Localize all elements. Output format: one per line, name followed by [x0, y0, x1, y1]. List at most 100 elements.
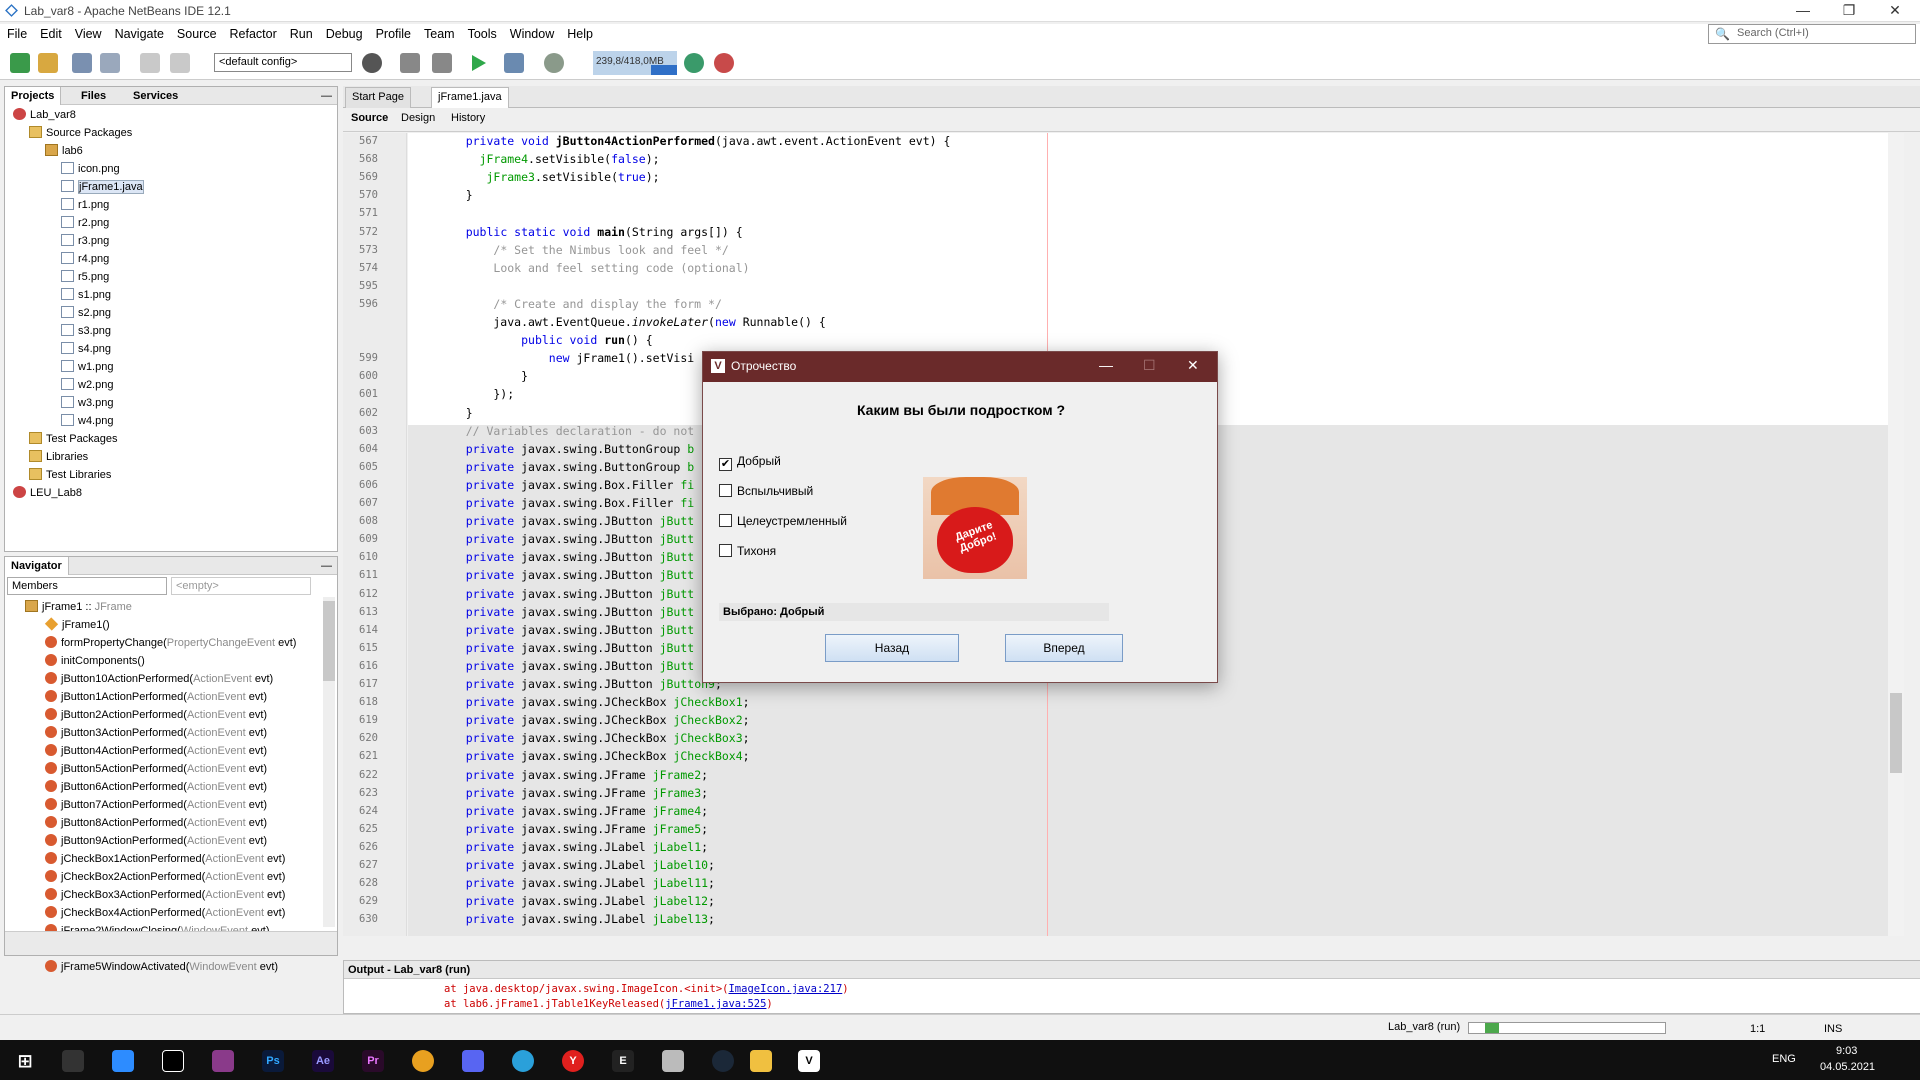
- tree-item[interactable]: Libraries: [29, 449, 88, 465]
- navigator-item[interactable]: jButton4ActionPerformed(ActionEvent evt): [45, 743, 267, 759]
- minimize-button[interactable]: —: [1780, 0, 1826, 22]
- after-effects-icon[interactable]: Ae: [312, 1050, 334, 1072]
- telegram-icon[interactable]: [512, 1050, 534, 1072]
- navigator-item[interactable]: jFrame1(): [44, 617, 110, 633]
- redo-icon[interactable]: [170, 53, 190, 73]
- output-tab[interactable]: Output - Lab_var8 (run): [348, 964, 470, 976]
- navigator-item[interactable]: jButton3ActionPerformed(ActionEvent evt): [45, 725, 267, 741]
- checkbox-checked-icon[interactable]: ✔: [719, 458, 732, 471]
- save-all-icon[interactable]: [100, 53, 120, 73]
- clock-date[interactable]: 04.05.2021: [1820, 1061, 1875, 1073]
- menu-tools[interactable]: Tools: [461, 24, 503, 41]
- build-icon[interactable]: [400, 53, 420, 73]
- next-button[interactable]: Вперед: [1005, 634, 1123, 662]
- tree-item[interactable]: w4.png: [61, 413, 113, 429]
- virtualbox-icon[interactable]: [212, 1050, 234, 1072]
- discord-icon[interactable]: [462, 1050, 484, 1072]
- navigator-item[interactable]: jFrame5WindowActivated(WindowEvent evt): [45, 959, 278, 975]
- tree-item[interactable]: r3.png: [61, 233, 109, 249]
- tree-item[interactable]: lab6: [45, 143, 83, 159]
- zoom-icon[interactable]: [112, 1050, 134, 1072]
- checkbox-unchecked-icon[interactable]: [719, 544, 732, 557]
- navigator-item[interactable]: jButton1ActionPerformed(ActionEvent evt): [45, 689, 267, 705]
- tree-item[interactable]: Source Packages: [29, 125, 132, 141]
- navigator-item[interactable]: jFrame1 :: JFrame: [25, 599, 132, 615]
- tree-item[interactable]: r1.png: [61, 197, 109, 213]
- terminal-icon[interactable]: [62, 1050, 84, 1072]
- undo-icon[interactable]: [140, 53, 160, 73]
- members-select[interactable]: Members: [7, 577, 167, 595]
- target-icon[interactable]: [362, 53, 382, 73]
- clean-build-icon[interactable]: [432, 53, 452, 73]
- tree-item[interactable]: r2.png: [61, 215, 109, 231]
- chrome-icon[interactable]: [412, 1050, 434, 1072]
- tree-item[interactable]: w1.png: [61, 359, 113, 375]
- view-design-tab[interactable]: Design: [401, 112, 435, 124]
- navigator-item[interactable]: jCheckBox4ActionPerformed(ActionEvent ev…: [45, 905, 285, 921]
- tree-item[interactable]: r5.png: [61, 269, 109, 285]
- navigator-item[interactable]: jButton5ActionPerformed(ActionEvent evt): [45, 761, 267, 777]
- debug-icon[interactable]: [504, 53, 524, 73]
- gc-icon[interactable]: [684, 53, 704, 73]
- photoshop-icon[interactable]: Ps: [262, 1050, 284, 1072]
- menu-team[interactable]: Team: [417, 24, 461, 41]
- status-task[interactable]: Lab_var8 (run): [1388, 1021, 1460, 1033]
- run-icon[interactable]: [472, 55, 486, 71]
- file-explorer-icon[interactable]: [750, 1050, 772, 1072]
- clock-time[interactable]: 9:03: [1836, 1045, 1857, 1057]
- option-checkbox[interactable]: Целеустремленный: [719, 514, 847, 528]
- tab-jframe1-java[interactable]: jFrame1.java: [431, 87, 509, 108]
- profile-icon[interactable]: [544, 53, 564, 73]
- tab-start-page[interactable]: Start Page: [345, 87, 411, 108]
- disk-icon[interactable]: [662, 1050, 684, 1072]
- menu-navigate[interactable]: Navigate: [108, 24, 170, 41]
- memory-indicator[interactable]: 239,8/418,0MB: [593, 51, 677, 75]
- dialog-minimize-button[interactable]: —: [1099, 357, 1113, 373]
- dialog-close-button[interactable]: ✕: [1187, 357, 1199, 374]
- option-checkbox[interactable]: ✔ Добрый: [719, 454, 781, 471]
- tab-projects[interactable]: Projects: [5, 87, 62, 105]
- language-indicator[interactable]: ENG: [1772, 1053, 1796, 1065]
- navigator-scrollbar[interactable]: [323, 597, 335, 927]
- minimize-navigator-icon[interactable]: —: [315, 557, 338, 575]
- tree-item[interactable]: Test Libraries: [29, 467, 111, 483]
- menu-run[interactable]: Run: [283, 24, 319, 41]
- windows-start-icon[interactable]: ⊞: [14, 1050, 36, 1072]
- tree-item[interactable]: icon.png: [61, 161, 120, 177]
- tab-services[interactable]: Services: [127, 87, 184, 105]
- java-app-icon[interactable]: V: [798, 1050, 820, 1072]
- yandex-browser-icon[interactable]: Y: [562, 1050, 584, 1072]
- premiere-icon[interactable]: Pr: [362, 1050, 384, 1072]
- menu-view[interactable]: View: [68, 24, 108, 41]
- new-file-icon[interactable]: [10, 53, 30, 73]
- intellij-icon[interactable]: [162, 1050, 184, 1072]
- option-checkbox[interactable]: Тихоня: [719, 544, 776, 558]
- menu-window[interactable]: Window: [503, 24, 560, 41]
- tree-item[interactable]: Test Packages: [29, 431, 118, 447]
- option-checkbox[interactable]: Вспыльчивый: [719, 484, 813, 498]
- tree-item[interactable]: Lab_var8: [13, 107, 76, 123]
- output-link-1[interactable]: ImageIcon.java:217: [728, 983, 842, 995]
- tree-item[interactable]: LEU_Lab8: [13, 485, 82, 501]
- navigator-item[interactable]: jButton7ActionPerformed(ActionEvent evt): [45, 797, 267, 813]
- maximize-button[interactable]: ❐: [1826, 0, 1872, 22]
- tree-item[interactable]: w3.png: [61, 395, 113, 411]
- back-button[interactable]: Назад: [825, 634, 959, 662]
- navigator-item[interactable]: jButton9ActionPerformed(ActionEvent evt): [45, 833, 267, 849]
- checkbox-unchecked-icon[interactable]: [719, 484, 732, 497]
- menu-edit[interactable]: Edit: [33, 24, 68, 41]
- configuration-select[interactable]: <default config>: [214, 53, 352, 72]
- navigator-item[interactable]: jCheckBox1ActionPerformed(ActionEvent ev…: [45, 851, 285, 867]
- tree-item[interactable]: jFrame1.java: [61, 179, 144, 195]
- menu-profile[interactable]: Profile: [369, 24, 417, 41]
- navigator-item[interactable]: jButton6ActionPerformed(ActionEvent evt): [45, 779, 267, 795]
- output-link-2[interactable]: jFrame1.java:525: [665, 998, 766, 1010]
- stop-gc-icon[interactable]: [714, 53, 734, 73]
- tree-item[interactable]: w2.png: [61, 377, 113, 393]
- new-project-icon[interactable]: [38, 53, 58, 73]
- navigator-item[interactable]: formPropertyChange(PropertyChangeEvent e…: [45, 635, 296, 651]
- navigator-item[interactable]: jButton10ActionPerformed(ActionEvent evt…: [45, 671, 273, 687]
- steam-icon[interactable]: [712, 1050, 734, 1072]
- tree-item[interactable]: s4.png: [61, 341, 111, 357]
- navigator-item[interactable]: jCheckBox2ActionPerformed(ActionEvent ev…: [45, 869, 285, 885]
